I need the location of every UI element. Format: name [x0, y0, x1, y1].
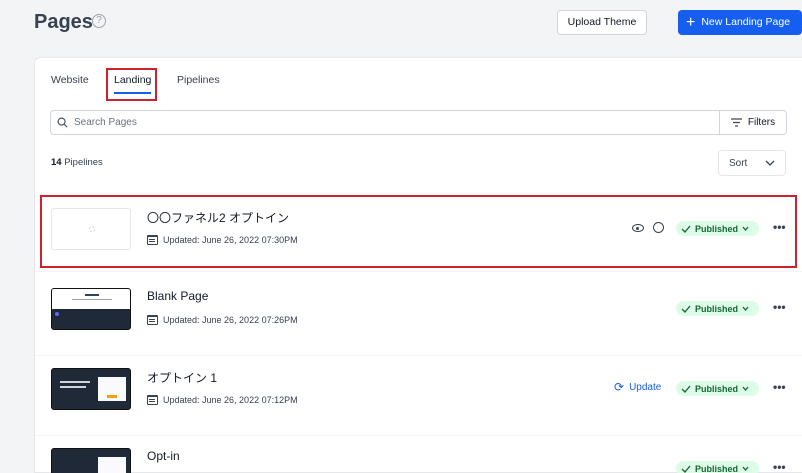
- page-row[interactable]: Blank Page Updated: June 26, 2022 07:26P…: [35, 275, 802, 355]
- tab-website[interactable]: Website: [51, 74, 89, 86]
- search-bar: [50, 110, 720, 135]
- page-title-link[interactable]: Opt-in: [147, 449, 180, 463]
- pages-panel: Website Landing Pipelines Filters 14 Pip…: [34, 57, 802, 473]
- update-button[interactable]: ⟳ Update: [614, 380, 661, 394]
- chevron-down-icon: [742, 386, 749, 391]
- check-icon: [681, 385, 691, 393]
- search-icon: [57, 117, 68, 128]
- status-label: Published: [695, 303, 739, 314]
- chevron-down-icon: [742, 306, 749, 311]
- sort-label: Sort: [729, 157, 748, 169]
- row-divider: [35, 271, 802, 272]
- tab-pipelines[interactable]: Pipelines: [177, 74, 220, 86]
- page-title: Pages: [34, 11, 93, 33]
- filters-button[interactable]: Filters: [719, 110, 787, 135]
- page-header: Pages ? Upload Theme + New Landing Page: [0, 0, 802, 50]
- status-label: Published: [695, 383, 739, 394]
- page-row[interactable]: オプトイン 1 Updated: June 26, 2022 07:12PM ⟳…: [35, 355, 802, 435]
- search-input[interactable]: [74, 117, 674, 128]
- pipeline-count-label: Pipelines: [64, 157, 103, 168]
- more-options-icon[interactable]: •••: [773, 461, 786, 473]
- tab-highlight-box: [106, 68, 157, 101]
- new-landing-page-label: New Landing Page: [701, 16, 791, 28]
- upload-theme-button[interactable]: Upload Theme: [557, 10, 647, 35]
- more-options-icon[interactable]: •••: [773, 381, 786, 393]
- status-badge[interactable]: Published: [676, 381, 759, 396]
- sort-dropdown[interactable]: Sort: [718, 150, 786, 176]
- pipeline-count: 14 Pipelines: [51, 157, 103, 168]
- page-thumbnail: [51, 288, 131, 330]
- page-updated-text: Updated: June 26, 2022 07:12PM: [163, 395, 298, 405]
- row-highlight-box: [40, 195, 797, 268]
- chevron-down-icon: [742, 466, 749, 471]
- status-badge[interactable]: Published: [676, 461, 759, 473]
- calendar-icon: [147, 395, 158, 405]
- plus-icon: +: [686, 13, 696, 31]
- chevron-down-icon: [765, 160, 775, 166]
- page-updated: Updated: June 26, 2022 07:26PM: [147, 315, 298, 325]
- status-badge[interactable]: Published: [676, 301, 759, 316]
- filter-icon: [730, 118, 742, 127]
- refresh-icon: ⟳: [614, 380, 625, 394]
- check-icon: [681, 465, 691, 473]
- calendar-icon: [147, 315, 158, 325]
- help-icon[interactable]: ?: [92, 14, 106, 28]
- more-options-icon[interactable]: •••: [773, 301, 786, 313]
- page-thumbnail: [51, 448, 131, 473]
- page-title-link[interactable]: オプトイン 1: [147, 369, 217, 386]
- page-row[interactable]: Opt-in Published •••: [35, 435, 802, 473]
- pipeline-count-number: 14: [51, 157, 62, 168]
- new-landing-page-button[interactable]: + New Landing Page: [678, 10, 802, 35]
- page-updated: Updated: June 26, 2022 07:12PM: [147, 395, 298, 405]
- page-updated-text: Updated: June 26, 2022 07:26PM: [163, 315, 298, 325]
- status-label: Published: [695, 463, 739, 473]
- filters-label: Filters: [747, 117, 776, 128]
- page-thumbnail: [51, 368, 131, 410]
- update-label: Update: [629, 381, 662, 393]
- check-icon: [681, 305, 691, 313]
- page-title-link[interactable]: Blank Page: [147, 289, 208, 303]
